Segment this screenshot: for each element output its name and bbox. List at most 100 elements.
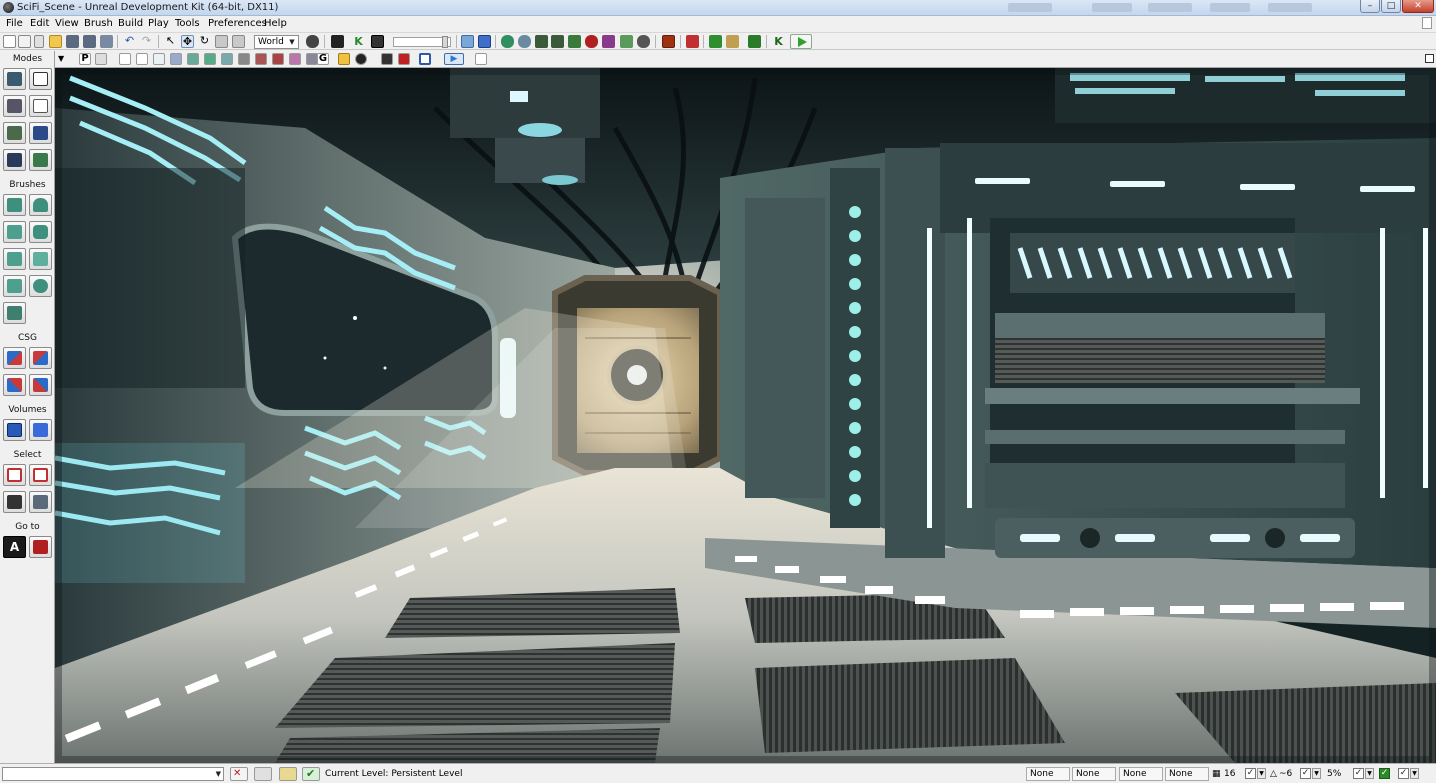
grid-snap-checkbox[interactable]: ✓ [1245,768,1256,779]
play-in-viewport-icon[interactable]: ▶ [444,53,464,65]
geometry-mode-button[interactable] [29,68,52,90]
open-dropdown-icon[interactable] [34,35,44,48]
level-select[interactable]: ▼ [2,767,224,781]
redo-icon[interactable]: ↷ [140,35,153,48]
volumetric-brush-button[interactable] [3,302,26,324]
texture-alignment-button[interactable] [29,95,52,117]
hide-selected-button[interactable] [29,464,52,486]
show-selected-button[interactable] [3,464,26,486]
sheet-brush-button[interactable] [29,248,52,270]
add-volume-button[interactable] [3,419,26,441]
menu-play[interactable]: Play [146,17,171,31]
coordinate-system-select[interactable]: World ▼ [254,35,299,49]
play-in-editor-button[interactable] [790,34,812,49]
save-icon[interactable] [66,35,79,48]
play-on-console-icon[interactable] [726,35,739,48]
menu-build[interactable]: Build [116,17,145,31]
lightmap-density-icon[interactable] [289,53,301,65]
folder-icon[interactable] [49,35,62,48]
snap-field-1[interactable]: None [1026,767,1070,781]
camera-mode-button[interactable] [3,68,26,90]
build-navmesh-icon[interactable] [568,35,581,48]
shader-complexity-icon[interactable] [272,53,284,65]
close-button[interactable]: ✕ [1402,0,1434,13]
rotate-icon[interactable]: ↻ [198,35,211,48]
open-icon[interactable] [18,35,31,48]
slider-thumb[interactable] [442,36,448,48]
restore-panel-icon[interactable] [1422,17,1432,29]
build-paths-icon[interactable] [535,35,548,48]
viewport-menu-arrow-icon[interactable]: ▼ [58,54,64,63]
snap-field-4[interactable]: None [1165,767,1209,781]
translate-icon[interactable]: ✥ [181,35,194,48]
perspective-viewport[interactable] [55,68,1436,763]
cylinder-brush-button[interactable] [29,221,52,243]
save-as-icon[interactable] [100,35,113,48]
play-on-pc-icon[interactable] [709,35,722,48]
lighting-info-icon[interactable] [602,35,615,48]
viewport-layout-icon[interactable] [461,35,474,48]
viewport-type-icon[interactable] [95,53,107,65]
lit-view-icon[interactable] [187,53,199,65]
streaming-volume-icon[interactable] [279,767,297,781]
rotation-snap-checkbox[interactable]: ✓ [1300,768,1311,779]
build-cover-icon[interactable] [551,35,564,48]
realtime-eye-icon[interactable] [355,53,367,65]
pin-icon[interactable] [475,53,487,65]
console-icon[interactable] [371,35,384,48]
csg-subtract-button[interactable] [29,347,52,369]
hidden-line-icon[interactable] [153,53,165,65]
grid-size-dropdown[interactable]: ▼ [1257,768,1266,779]
cube-brush-button[interactable] [3,194,26,216]
linear-stairs-button[interactable] [3,248,26,270]
maximize-viewport-icon[interactable] [1425,54,1434,63]
build-all-icon[interactable] [585,35,598,48]
cook-icon[interactable] [686,35,699,48]
kismet-debug-icon[interactable]: K [772,35,785,48]
frame-icon[interactable] [419,53,431,65]
drag-grid-checkbox[interactable]: ✓ [1398,768,1409,779]
show-all-button[interactable] [29,491,52,513]
volume-list-button[interactable] [29,419,52,441]
new-icon[interactable] [3,35,16,48]
menu-brush[interactable]: Brush [82,17,115,31]
foliage-mode-button[interactable] [3,149,26,171]
binoculars-icon[interactable] [306,35,319,48]
snap-field-3[interactable]: None [1119,767,1163,781]
minimize-button[interactable]: – [1360,0,1380,13]
matinee-icon[interactable] [662,35,675,48]
menu-edit[interactable]: Edit [28,17,51,31]
level-browser-icon[interactable] [254,767,272,781]
build-lighting-icon[interactable] [518,35,531,48]
menu-help[interactable]: Help [262,17,289,31]
autosave-icon[interactable]: ✓ [1379,768,1390,779]
scale-icon[interactable] [215,35,228,48]
goto-actor-button[interactable]: A [3,536,26,558]
sphere-brush-button[interactable] [29,275,52,297]
menu-file[interactable]: File [4,17,25,31]
play-mobile-icon[interactable] [748,35,761,48]
unlit-view-icon[interactable] [170,53,182,65]
texture-density-icon[interactable] [255,53,267,65]
maximize-button[interactable]: □ [1381,0,1401,13]
camera-speed-slider[interactable] [393,36,451,48]
select-icon[interactable]: ↖ [164,35,177,48]
detail-lighting-icon[interactable] [204,53,216,65]
game-view-button[interactable]: G [317,53,329,65]
csg-add-button[interactable] [3,347,26,369]
perspective-button[interactable]: P [79,53,91,65]
csg-intersect-button[interactable] [3,374,26,396]
landscape-mode-button[interactable] [29,122,52,144]
scale-snap-checkbox[interactable]: ✓ [1353,768,1364,779]
brush-wireframe-icon[interactable] [136,53,148,65]
snap-field-2[interactable]: None [1072,767,1116,781]
light-complexity-icon[interactable] [238,53,250,65]
drag-grid-dropdown[interactable]: ▼ [1410,768,1419,779]
lighting-only-icon[interactable] [221,53,233,65]
map-check-icon[interactable] [620,35,633,48]
cone-brush-button[interactable] [29,194,52,216]
undo-icon[interactable]: ↶ [123,35,136,48]
invert-selection-button[interactable] [3,491,26,513]
kismet-icon[interactable] [331,35,344,48]
lock-icon[interactable] [338,53,350,65]
